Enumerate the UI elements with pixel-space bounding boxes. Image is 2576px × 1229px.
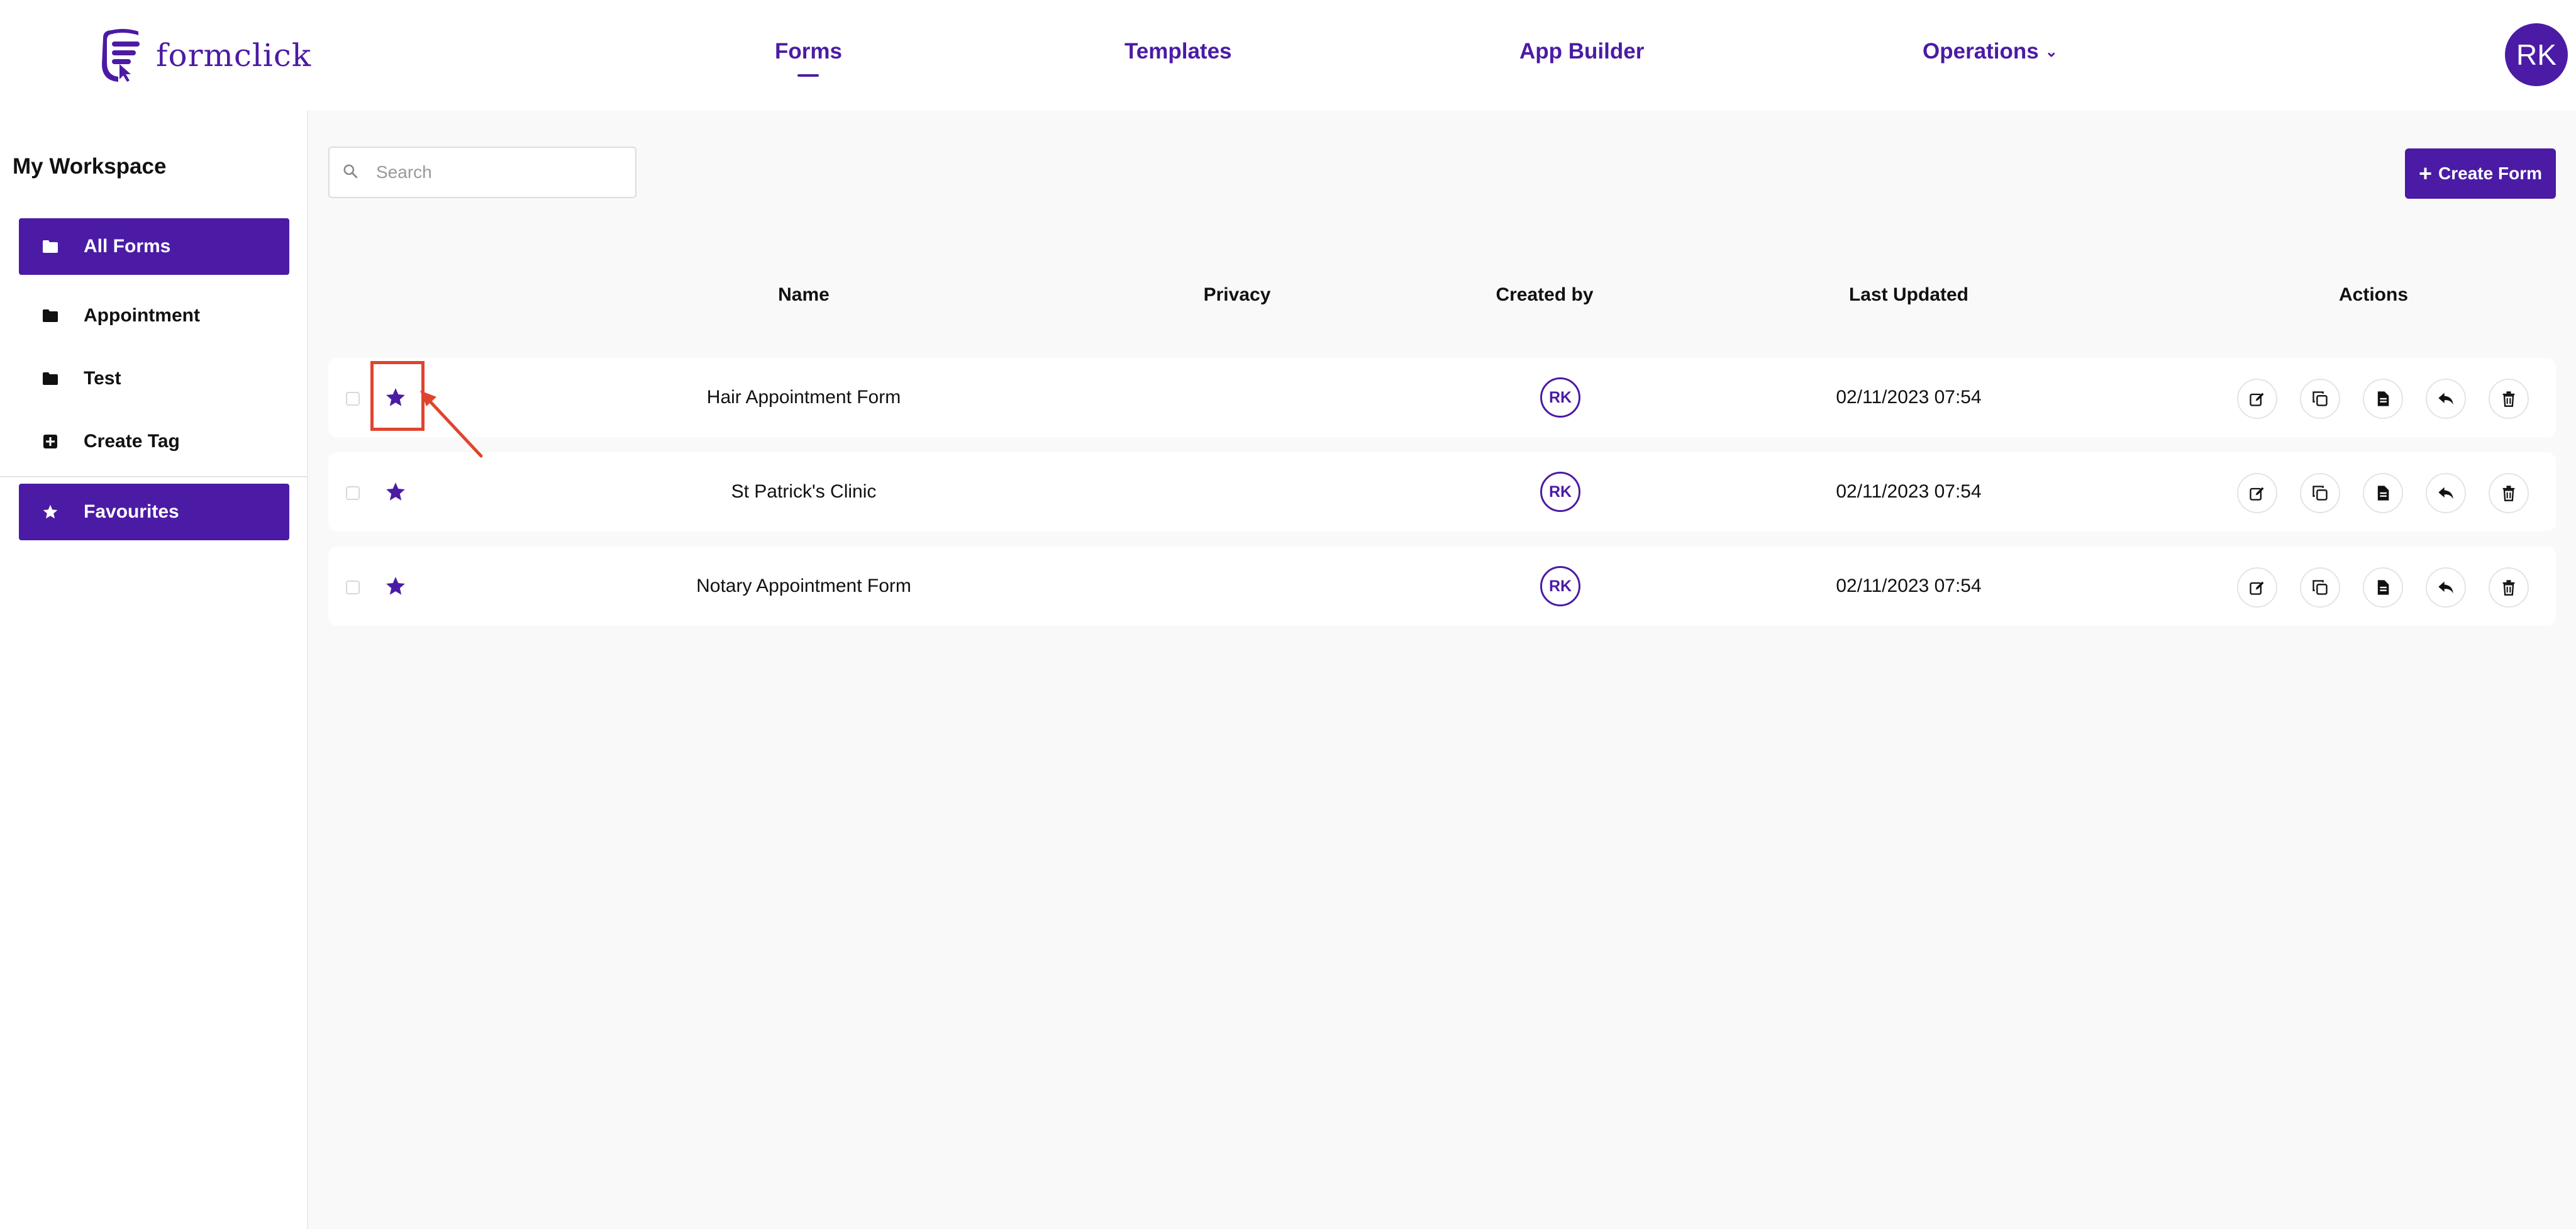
- document-button[interactable]: [2363, 473, 2403, 513]
- nav-operations[interactable]: Operations ⌄: [1923, 39, 2058, 64]
- chevron-down-icon: ⌄: [2045, 43, 2058, 60]
- duplicate-icon: [2312, 486, 2328, 501]
- form-name[interactable]: Hair Appointment Form: [707, 358, 901, 437]
- favourite-star-icon[interactable]: [385, 481, 406, 503]
- nav-operations-label: Operations: [1923, 39, 2039, 64]
- reply-icon: [2438, 581, 2453, 594]
- favourite-star-icon[interactable]: [385, 576, 406, 597]
- column-header-created-by[interactable]: Created by: [1496, 284, 1593, 306]
- main-content: + Create Form Name Privacy Created by La…: [308, 110, 2576, 1229]
- delete-button[interactable]: [2489, 567, 2529, 608]
- row-checkbox[interactable]: [346, 392, 360, 406]
- app-name: formclick: [156, 36, 312, 74]
- annotation-arrow-icon: [420, 391, 483, 458]
- sidebar-item-all-forms[interactable]: All Forms: [19, 218, 289, 275]
- sidebar: My Workspace All Forms Appointment Test …: [0, 110, 308, 1229]
- nav-app-builder[interactable]: App Builder: [1519, 39, 1644, 64]
- folder-icon: [41, 237, 60, 256]
- document-icon: [2377, 486, 2389, 501]
- column-header-actions: Actions: [2338, 284, 2409, 305]
- delete-button[interactable]: [2489, 473, 2529, 513]
- sidebar-item-favourites[interactable]: Favourites: [19, 484, 289, 540]
- folder-icon: [41, 306, 60, 325]
- document-button[interactable]: [2363, 379, 2403, 419]
- duplicate-button[interactable]: [2300, 473, 2340, 513]
- nav-forms[interactable]: Forms: [775, 39, 842, 64]
- sidebar-item-label: Appointment: [84, 305, 200, 326]
- duplicate-icon: [2312, 391, 2328, 406]
- trash-icon: [2502, 580, 2515, 596]
- share-button[interactable]: [2426, 473, 2466, 513]
- reply-icon: [2438, 487, 2453, 499]
- document-button[interactable]: [2363, 567, 2403, 608]
- sidebar-item-label: Test: [84, 368, 121, 389]
- row-checkbox[interactable]: [346, 581, 360, 594]
- sidebar-divider: [0, 476, 308, 477]
- create-form-button[interactable]: + Create Form: [2405, 148, 2556, 199]
- column-header-privacy[interactable]: Privacy: [1204, 284, 1271, 306]
- plus-icon: +: [2419, 160, 2433, 186]
- share-button[interactable]: [2426, 379, 2466, 419]
- last-updated: 02/11/2023 07:54: [1836, 481, 1982, 502]
- table-row[interactable]: St Patrick's Clinic RK 02/11/2023 07:54: [328, 452, 2556, 531]
- table-row[interactable]: Notary Appointment Form RK 02/11/2023 07…: [328, 547, 2556, 626]
- sidebar-item-label: Create Tag: [84, 431, 180, 452]
- search-input[interactable]: [376, 162, 628, 182]
- sidebar-item-appointment[interactable]: Appointment: [19, 287, 289, 344]
- search-icon: [342, 163, 358, 182]
- edit-icon: [2250, 581, 2264, 595]
- reply-icon: [2438, 392, 2453, 405]
- form-name[interactable]: Notary Appointment Form: [696, 547, 911, 626]
- top-navbar: formclick Forms Templates App Builder Op…: [0, 0, 2576, 110]
- created-by-avatar: RK: [1540, 472, 1580, 512]
- star-icon: [41, 503, 60, 521]
- edit-icon: [2250, 487, 2264, 501]
- trash-icon: [2502, 391, 2515, 407]
- plus-square-icon: [41, 432, 60, 451]
- duplicate-button[interactable]: [2300, 567, 2340, 608]
- column-header-last-updated[interactable]: Last Updated: [1849, 284, 1968, 306]
- user-avatar[interactable]: RK: [2505, 23, 2568, 86]
- last-updated: 02/11/2023 07:54: [1836, 576, 1982, 596]
- last-updated: 02/11/2023 07:54: [1836, 387, 1982, 408]
- formclick-logo-icon: [102, 29, 140, 82]
- created-by-avatar: RK: [1540, 566, 1580, 606]
- edit-button[interactable]: [2237, 473, 2277, 513]
- edit-button[interactable]: [2237, 567, 2277, 608]
- search-box[interactable]: [328, 147, 636, 198]
- document-icon: [2377, 580, 2389, 595]
- delete-button[interactable]: [2489, 379, 2529, 419]
- folder-icon: [41, 369, 60, 388]
- sidebar-item-test[interactable]: Test: [19, 350, 289, 407]
- app-logo[interactable]: formclick: [94, 25, 311, 85]
- form-name[interactable]: St Patrick's Clinic: [731, 452, 877, 531]
- edit-icon: [2250, 392, 2264, 406]
- column-header-name[interactable]: Name: [778, 284, 830, 306]
- trash-icon: [2502, 486, 2515, 501]
- nav-templates[interactable]: Templates: [1124, 39, 1232, 64]
- workspace-title: My Workspace: [13, 154, 167, 179]
- table-row[interactable]: Hair Appointment Form RK 02/11/2023 07:5…: [328, 358, 2556, 437]
- document-icon: [2377, 391, 2389, 406]
- sidebar-item-label: Favourites: [84, 501, 179, 522]
- duplicate-icon: [2312, 580, 2328, 595]
- create-form-label: Create Form: [2438, 164, 2542, 183]
- sidebar-item-label: All Forms: [84, 236, 171, 257]
- edit-button[interactable]: [2237, 379, 2277, 419]
- row-checkbox[interactable]: [346, 486, 360, 500]
- share-button[interactable]: [2426, 567, 2466, 608]
- sidebar-item-create-tag[interactable]: Create Tag: [19, 413, 289, 470]
- created-by-avatar: RK: [1540, 377, 1580, 418]
- duplicate-button[interactable]: [2300, 379, 2340, 419]
